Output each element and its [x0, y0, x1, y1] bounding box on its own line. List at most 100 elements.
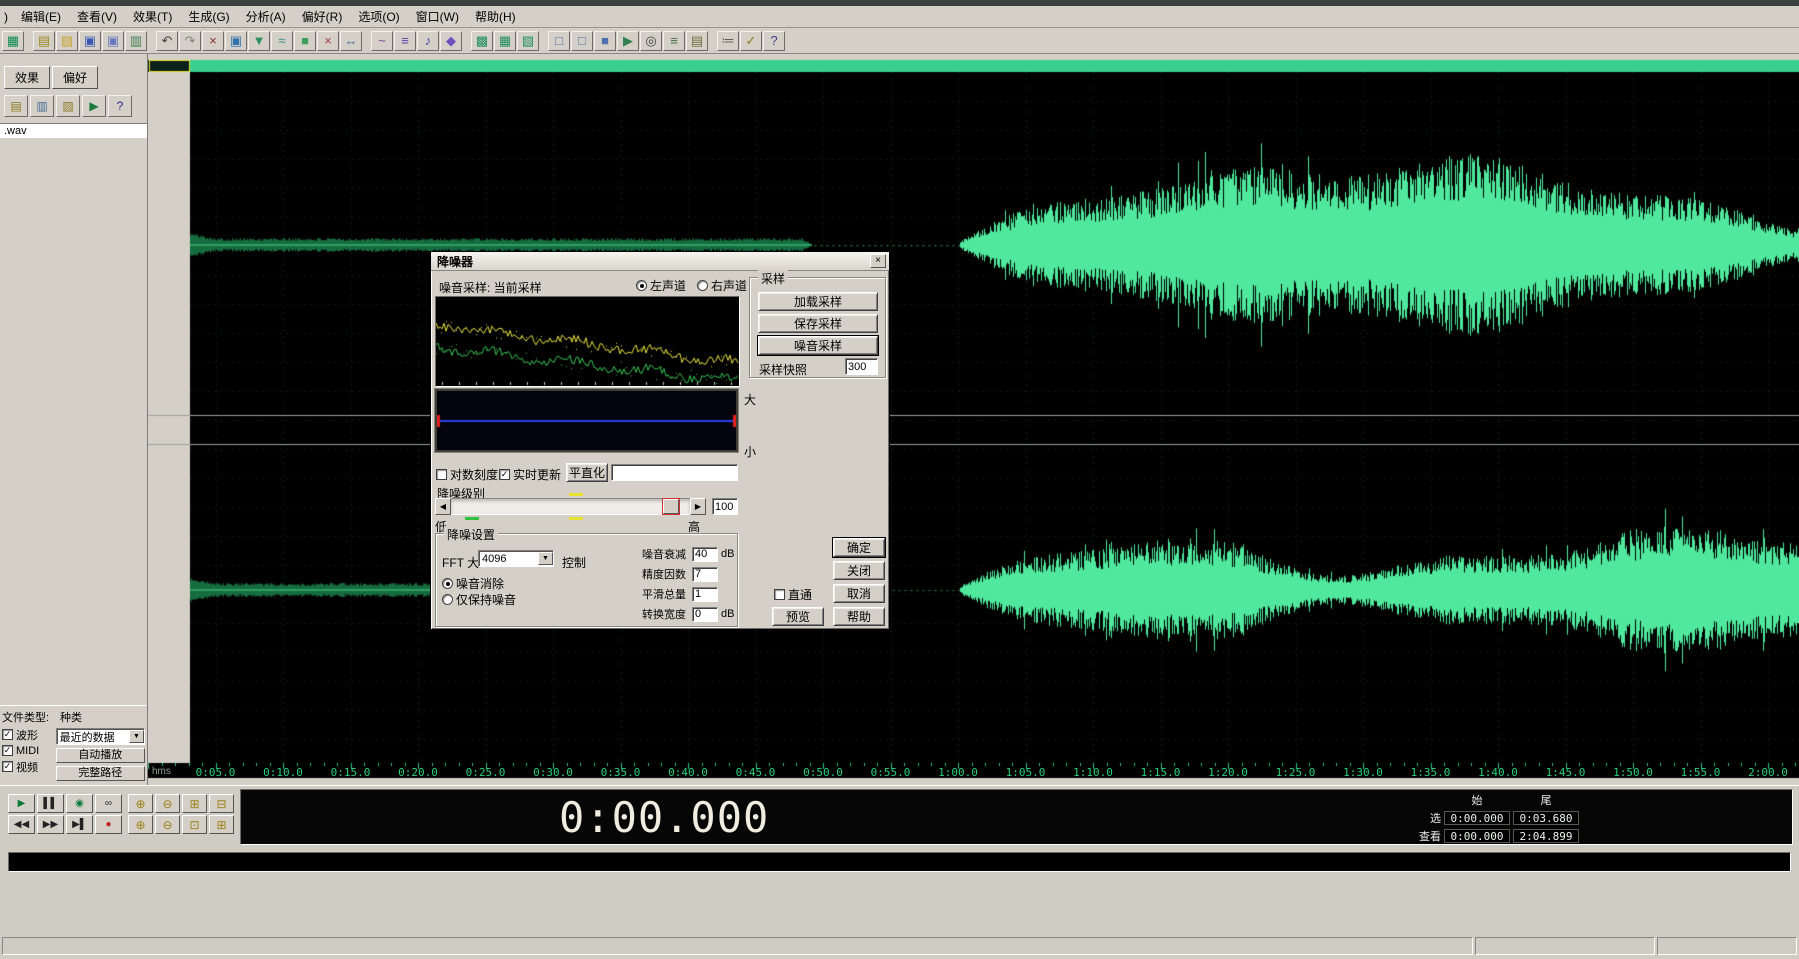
play-button[interactable]: ▶ — [8, 794, 35, 813]
selection-end-value[interactable]: 0:03.680 — [1513, 811, 1579, 825]
save-file-icon[interactable]: ▣ — [79, 31, 101, 51]
level-meter[interactable] — [8, 852, 1791, 872]
grid-view-icon[interactable]: ▧ — [517, 31, 539, 51]
copy-icon[interactable]: ▣ — [225, 31, 247, 51]
menu-item-7[interactable]: 窗口(W) — [408, 6, 467, 27]
filetype-video-checkbox[interactable]: ✓视频 — [2, 760, 54, 773]
dialog-titlebar[interactable]: 降噪器 × — [431, 252, 889, 271]
waveform-canvas[interactable] — [148, 54, 1799, 785]
reverb-effect-icon[interactable]: ◆ — [440, 31, 462, 51]
fast-forward-button[interactable]: ▶▶ — [37, 815, 64, 834]
bypass-checkbox[interactable]: 直通 — [774, 587, 812, 601]
zoom-sel-right-button[interactable]: ⊖ — [155, 815, 180, 834]
envelope-effect-icon[interactable]: ~ — [371, 31, 393, 51]
organizer-tab-0[interactable]: 效果 — [4, 66, 50, 89]
normalize-effect-icon[interactable]: ≡ — [394, 31, 416, 51]
fullpath-button[interactable]: 完整路径 — [56, 766, 145, 781]
convert-sample-type-icon[interactable]: ↔ — [340, 31, 362, 51]
go-to-end-button[interactable]: ▶▌ — [66, 815, 93, 834]
precision-factor-input[interactable] — [692, 567, 718, 582]
zoom-to-selection-button[interactable]: ⊞ — [182, 794, 207, 813]
nr-level-input[interactable] — [712, 498, 738, 515]
play-file-icon[interactable]: ▶ — [82, 95, 106, 117]
zoom-vertical-in-button[interactable]: ⊡ — [182, 815, 207, 834]
record-button[interactable]: ● — [95, 815, 122, 834]
undo-icon[interactable]: ↶ — [156, 31, 178, 51]
redo-icon[interactable]: ↷ — [179, 31, 201, 51]
cue-details-icon[interactable]: ▤ — [686, 31, 708, 51]
zoom-full-button[interactable]: ⊟ — [209, 794, 234, 813]
menu-item-0[interactable]: 编辑(E) — [13, 6, 69, 27]
noise-attenuation-input[interactable] — [692, 547, 718, 562]
autoplay-button[interactable]: 自动播放 — [56, 748, 145, 763]
spectral-view-icon[interactable]: ▩ — [471, 31, 493, 51]
waveform-display-icon[interactable]: ▦ — [494, 31, 516, 51]
menu-item-clipped[interactable]: ) — [2, 8, 13, 26]
filetype-midi-checkbox[interactable]: ✓MIDI — [2, 744, 54, 757]
transition-width-input[interactable] — [692, 607, 718, 622]
smoothing-amount-input[interactable] — [692, 587, 718, 602]
fft-size-dropdown[interactable]: 4096 ▼ — [478, 550, 554, 567]
chevron-down-icon[interactable]: ▼ — [538, 552, 553, 565]
gain-curve-plot[interactable] — [435, 389, 738, 452]
cancel-button[interactable]: 取消 — [833, 584, 885, 603]
waveform-view-icon[interactable]: ▦ — [2, 31, 24, 51]
sort-dropdown[interactable]: 最近的数据 ▼ — [56, 728, 145, 745]
noise-profile-plot[interactable] — [435, 296, 740, 387]
help-icon[interactable]: ? — [763, 31, 785, 51]
trim-icon[interactable]: ■ — [294, 31, 316, 51]
nr-level-slider[interactable]: ◀ ▶ — [435, 498, 706, 515]
menu-item-6[interactable]: 选项(O) — [350, 6, 407, 27]
stop-button[interactable]: ◉ — [66, 794, 93, 813]
close-button[interactable]: 关闭 — [833, 561, 885, 580]
help-icon[interactable]: ? — [108, 95, 132, 117]
find-beats-icon[interactable]: ◎ — [640, 31, 662, 51]
menu-item-5[interactable]: 偏好(R) — [294, 6, 351, 27]
zoom-vertical-out-button[interactable]: ⊞ — [209, 815, 234, 834]
chevron-down-icon[interactable]: ▼ — [129, 730, 144, 743]
menu-item-2[interactable]: 效果(T) — [125, 6, 180, 27]
zoom-sel-left-button[interactable]: ⊕ — [128, 815, 153, 834]
open-file-icon[interactable]: ▨ — [56, 31, 78, 51]
realtime-checkbox[interactable]: ✓实时更新 — [499, 467, 561, 481]
menu-item-1[interactable]: 查看(V) — [69, 6, 125, 27]
menu-item-3[interactable]: 生成(G) — [180, 6, 237, 27]
waveform-display[interactable]: 0:05.00:10.00:15.00:20.00:25.00:30.00:35… — [148, 54, 1799, 785]
close-icon[interactable]: × — [870, 254, 886, 268]
window-organizer-icon[interactable]: □ — [548, 31, 570, 51]
flatten-button[interactable]: 平直化 — [566, 463, 608, 482]
loop-button[interactable]: ∞ — [95, 794, 122, 813]
keep-noise-radio[interactable]: 仅保持噪音 — [442, 592, 516, 606]
preview-button[interactable]: 预览 — [772, 607, 824, 626]
eq-effect-icon[interactable]: ♪ — [417, 31, 439, 51]
selection-start-value[interactable]: 0:00.000 — [1444, 811, 1510, 825]
paste-icon[interactable]: ▼ — [248, 31, 270, 51]
window-cue-list-icon[interactable]: □ — [571, 31, 593, 51]
monitor-levels-icon[interactable]: ≡ — [663, 31, 685, 51]
log-scale-checkbox[interactable]: 对数刻度 — [436, 467, 498, 481]
ok-button[interactable]: 确定 — [833, 538, 885, 557]
filetype-waveform-checkbox[interactable]: ✓波形 — [2, 728, 54, 741]
right-channel-radio[interactable]: 右声道 — [697, 278, 747, 292]
slider-right-arrow[interactable]: ▶ — [690, 498, 706, 515]
batch-convert-icon[interactable]: ▥ — [125, 31, 147, 51]
open-folder-icon[interactable]: ▨ — [56, 95, 80, 117]
save-as-icon[interactable]: ▣ — [102, 31, 124, 51]
snapshot-input[interactable] — [845, 358, 878, 375]
new-file-icon[interactable]: ▤ — [33, 31, 55, 51]
zoom-in-button[interactable]: ⊕ — [128, 794, 153, 813]
get-noise-sample-button[interactable]: 噪音采样 — [758, 336, 878, 355]
slider-track[interactable] — [451, 498, 690, 515]
slider-left-arrow[interactable]: ◀ — [435, 498, 451, 515]
delete-selection-icon[interactable]: × — [317, 31, 339, 51]
cut-icon[interactable]: × — [202, 31, 224, 51]
organizer-tab-1[interactable]: 偏好 — [52, 66, 98, 89]
zoom-out-button[interactable]: ⊖ — [155, 794, 180, 813]
slider-thumb[interactable] — [663, 499, 679, 514]
file-list-item[interactable]: .wav — [0, 123, 147, 138]
scripts-icon[interactable]: ≔ — [717, 31, 739, 51]
help-button[interactable]: 帮助 — [833, 607, 885, 626]
window-play-list-icon[interactable]: ■ — [594, 31, 616, 51]
play-window-icon[interactable]: ▶ — [617, 31, 639, 51]
view-end-value[interactable]: 2:04.899 — [1513, 829, 1579, 843]
